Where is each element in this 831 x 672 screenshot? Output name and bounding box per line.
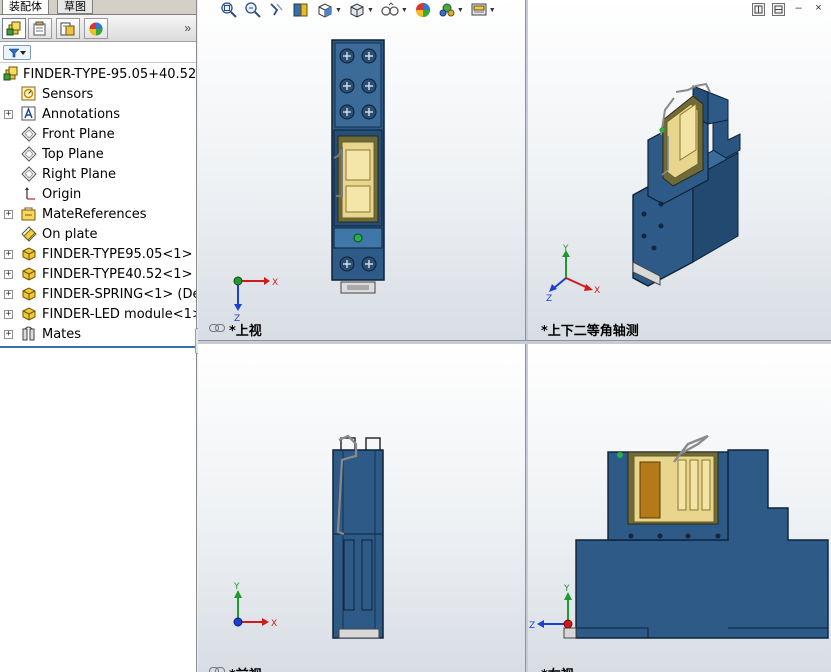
plane-icon bbox=[21, 166, 37, 182]
part-icon bbox=[22, 287, 36, 301]
expand-toggle-icon[interactable]: + bbox=[4, 330, 13, 339]
viewport-right-view[interactable]: Y Z *右视 bbox=[528, 344, 831, 672]
axis-triad: X Z bbox=[233, 276, 278, 324]
plane-icon bbox=[21, 126, 37, 142]
axis-triad: Y X Z bbox=[546, 244, 600, 304]
expand-toggle-icon[interactable]: + bbox=[4, 110, 13, 119]
tree-item-right-plane[interactable]: Right Plane bbox=[0, 164, 196, 184]
tree-filter-row bbox=[0, 43, 196, 63]
link-views-icon[interactable] bbox=[209, 324, 225, 332]
tree-item-sensors[interactable]: Sensors bbox=[0, 84, 196, 104]
triad-x-label: X bbox=[594, 286, 600, 296]
tree-item-finder-led-module[interactable]: + FINDER-LED module<1> (Default<<Default… bbox=[0, 304, 197, 324]
viewport-front-view[interactable]: Y X *前视 bbox=[198, 344, 525, 672]
feature-manager-tab[interactable] bbox=[2, 18, 26, 39]
expand-toggle-icon[interactable]: + bbox=[4, 270, 13, 279]
tree-item-finder-type-40-52[interactable]: + FINDER-TYPE40.52<1> (Default<<Default>… bbox=[0, 264, 196, 284]
tree-item-label: FINDER-LED module<1> (Default<<Default>_… bbox=[42, 307, 197, 322]
part-icon bbox=[22, 307, 36, 321]
mates-icon bbox=[22, 326, 35, 341]
tree-item-label: On plate bbox=[42, 227, 98, 242]
tree-item-finder-type-95-05[interactable]: + FINDER-TYPE95.05<1> (Default<<Default>… bbox=[0, 244, 196, 264]
tree-item-mate-references[interactable]: + MateReferences bbox=[0, 204, 196, 224]
viewport-horizontal-splitter[interactable] bbox=[198, 340, 831, 344]
tree-item-mates[interactable]: + Mates bbox=[0, 324, 196, 344]
tree-item-on-plate[interactable]: On plate bbox=[0, 224, 196, 244]
tree-item-label: FINDER-TYPE40.52<1> (Default<<Default>_D… bbox=[42, 267, 196, 282]
tree-item-label: FINDER-TYPE95.05<1> (Default<<Default>_D… bbox=[42, 247, 196, 262]
tree-item-finder-spring[interactable]: + FINDER-SPRING<1> (Default<<Default>_Di… bbox=[0, 284, 196, 304]
tree-bottom-divider bbox=[0, 346, 196, 348]
expand-toggle-icon[interactable]: + bbox=[4, 290, 13, 299]
manager-toolbar: » bbox=[0, 15, 196, 42]
tab-assembly[interactable]: 装配体 bbox=[2, 0, 49, 14]
triad-y-label: Y bbox=[562, 244, 569, 254]
tab-sketch[interactable]: 草图 bbox=[57, 0, 93, 14]
tree-root-assembly[interactable]: FINDER-TYPE-95.05+40.52 (Default<Display… bbox=[0, 64, 197, 84]
viewport-label-front: *前视 bbox=[229, 664, 262, 672]
triad-x-label: X bbox=[271, 619, 277, 629]
expand-toggle-icon[interactable]: + bbox=[4, 210, 13, 219]
viewport-label-dimetric: *上下二等角轴测 bbox=[541, 324, 639, 339]
chevron-down-icon bbox=[19, 50, 26, 55]
tree-item-label: FINDER-SPRING<1> (Default<<Default>_Disp… bbox=[42, 287, 196, 302]
assembly-icon bbox=[3, 66, 18, 81]
configuration-manager-tab[interactable] bbox=[56, 18, 80, 39]
panel-tab-strip: 装配体 草图 bbox=[0, 0, 196, 15]
origin-icon bbox=[25, 187, 35, 200]
display-manager-tab[interactable] bbox=[84, 18, 108, 39]
part-icon bbox=[22, 247, 36, 261]
tree-item-front-plane[interactable]: Front Plane bbox=[0, 124, 196, 144]
triad-z-label: Z bbox=[529, 621, 535, 631]
tree-item-label: Top Plane bbox=[42, 147, 104, 162]
property-manager-icon bbox=[33, 21, 46, 35]
expand-toggle-icon[interactable]: + bbox=[4, 310, 13, 319]
part-icon bbox=[22, 267, 36, 281]
feature-manager-panel: 装配体 草图 » FINDER-TYPE-95.05+40.52 Sensors… bbox=[0, 0, 197, 672]
plane-icon bbox=[21, 146, 37, 162]
triad-y-label: Y bbox=[563, 584, 570, 594]
tree-item-top-plane[interactable]: Top Plane bbox=[0, 144, 196, 164]
sensors-icon bbox=[21, 86, 36, 101]
axis-triad: Y X bbox=[233, 582, 277, 629]
property-manager-tab[interactable] bbox=[28, 18, 52, 39]
tree-filter-button[interactable] bbox=[3, 45, 31, 60]
tree-item-label: Mates bbox=[42, 327, 82, 342]
tree-item-label: Sensors bbox=[42, 87, 94, 102]
viewport-vertical-splitter[interactable] bbox=[525, 0, 528, 672]
viewport-top-view[interactable]: ▼ ▼ ▼ ▼ ▼ X Z *上视 bbox=[198, 0, 525, 340]
link-views-icon[interactable] bbox=[209, 667, 225, 672]
triad-y-label: Y bbox=[233, 582, 240, 592]
tree-item-label: Origin bbox=[42, 187, 82, 202]
triad-x-label: X bbox=[272, 278, 278, 288]
tree-item-origin[interactable]: Origin bbox=[0, 184, 196, 204]
viewport-dimetric-view[interactable]: – × Y X Z *上下二等角轴测 bbox=[528, 0, 831, 340]
viewport-label-top: *上视 bbox=[229, 324, 262, 339]
tree-item-label: Right Plane bbox=[42, 167, 117, 182]
tree-item-annotations[interactable]: + Annotations bbox=[0, 104, 196, 124]
axis-triad: Y Z bbox=[529, 584, 573, 631]
feature-tree-icon bbox=[6, 21, 21, 35]
annotations-icon bbox=[21, 106, 36, 121]
tree-item-label: MateReferences bbox=[42, 207, 147, 222]
configuration-manager-icon bbox=[60, 22, 75, 35]
appearance-ball-icon bbox=[89, 22, 103, 35]
on-plate-icon bbox=[21, 226, 37, 242]
filter-funnel-icon bbox=[8, 48, 19, 57]
viewport-label-right: *右视 bbox=[541, 664, 574, 672]
tree-root-label: FINDER-TYPE-95.05+40.52 (Default<Display… bbox=[23, 67, 197, 82]
mate-references-icon bbox=[21, 207, 36, 221]
tree-item-label: Annotations bbox=[42, 107, 121, 122]
graphics-area[interactable]: ▼ ▼ ▼ ▼ ▼ X Z *上视 – × Y X Z *上下二等角轴测 Y X… bbox=[198, 0, 831, 672]
expand-toggle-icon[interactable]: + bbox=[4, 250, 13, 259]
triad-z-label: Z bbox=[546, 294, 552, 304]
panel-expand-icon[interactable]: » bbox=[184, 21, 191, 35]
tree-item-label: Front Plane bbox=[42, 127, 115, 142]
